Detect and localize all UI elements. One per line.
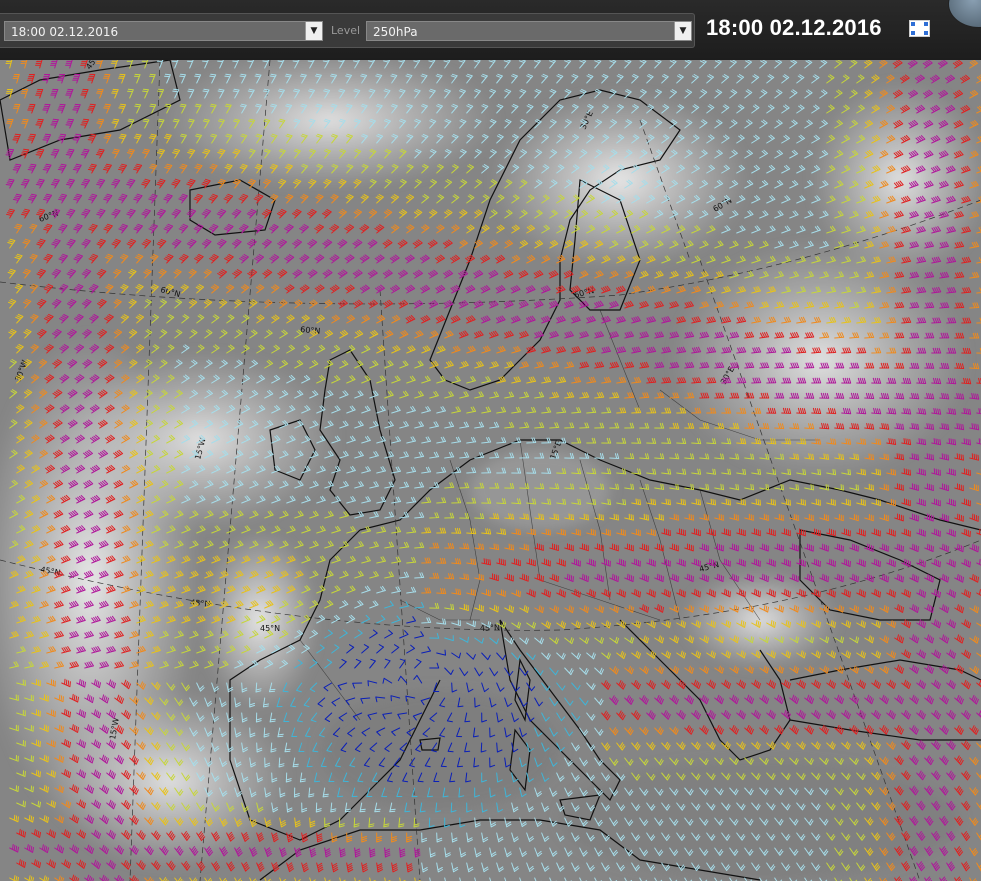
- top-toolbar: 18:00 02.12.2016 ▼ Level 250hPa ▼ 18:00 …: [0, 0, 981, 61]
- map-canvas[interactable]: 60°N60°N60°N60°N60°N45°N45°N45°N 45°N45°N…: [0, 60, 981, 881]
- control-strip: 18:00 02.12.2016 ▼ Level 250hPa ▼: [0, 13, 695, 48]
- level-label: Level: [331, 24, 361, 37]
- fullscreen-icon[interactable]: [909, 20, 930, 37]
- level-dropdown-value: 250hPa: [373, 25, 418, 39]
- time-dropdown-value: 18:00 02.12.2016: [11, 25, 119, 39]
- chevron-down-icon[interactable]: ▼: [305, 22, 322, 40]
- level-dropdown[interactable]: 250hPa ▼: [366, 21, 692, 41]
- weather-map[interactable]: 60°N 60°N 60°N 60°N 60°N 45°N 45°N 45°N 45°N 45°N…: [0, 60, 981, 881]
- corner-globe-icon[interactable]: [948, 0, 981, 28]
- time-dropdown[interactable]: 18:00 02.12.2016 ▼: [4, 21, 323, 41]
- graticule-label: 60°N: [300, 325, 321, 336]
- chevron-down-icon[interactable]: ▼: [674, 22, 691, 40]
- current-time-display: 18:00 02.12.2016: [706, 15, 882, 40]
